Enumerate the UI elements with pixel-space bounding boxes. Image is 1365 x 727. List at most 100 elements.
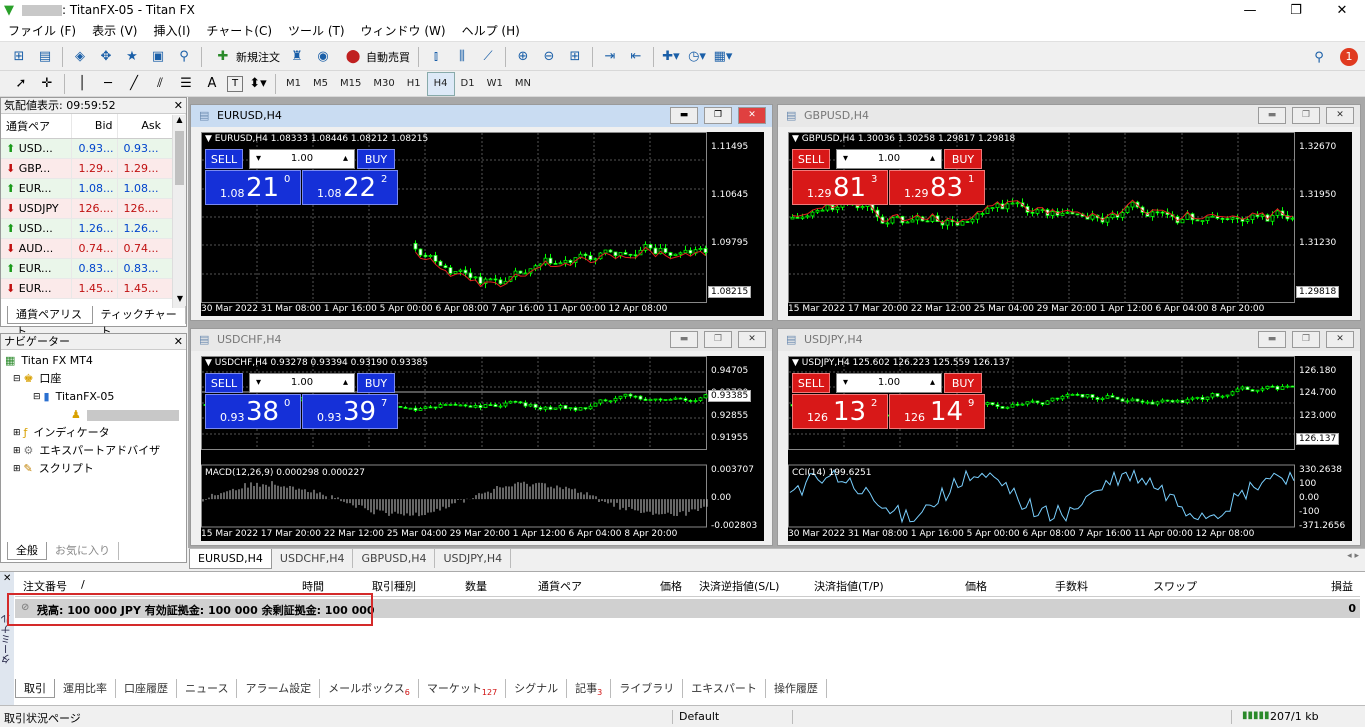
chart-close-button[interactable]: ✕ — [1326, 331, 1354, 348]
sell-button[interactable]: SELL — [205, 373, 243, 393]
col-profit[interactable]: 損益 — [1331, 578, 1353, 594]
chart-close-button[interactable]: ✕ — [738, 107, 766, 124]
col-tp[interactable]: 決済指値(T/P) — [814, 578, 884, 594]
terminal-tab[interactable]: マーケット127 — [419, 679, 507, 698]
lot-up-icon[interactable]: ▴ — [343, 374, 348, 392]
col-sl[interactable]: 決済逆指値(S/L) — [699, 578, 779, 594]
col-volume[interactable]: 数量 — [465, 578, 487, 594]
navigator-icon[interactable]: ★ — [121, 46, 143, 68]
close-icon[interactable]: ✕ — [3, 573, 11, 584]
terminal-tab[interactable]: シグナル — [506, 679, 568, 698]
indicators-icon[interactable]: ✚▾ — [660, 46, 682, 68]
periods-icon[interactable]: ◷▾ — [686, 46, 708, 68]
alerts-badge[interactable]: 1 — [1340, 48, 1358, 66]
chart-restore-button[interactable]: ❐ — [1292, 107, 1320, 124]
trendline-icon[interactable]: ╱ — [123, 73, 145, 95]
sell-button[interactable]: SELL — [205, 149, 243, 169]
menu-help[interactable]: ヘルプ (H) — [454, 21, 528, 42]
column-symbol[interactable]: 通貨ペア — [1, 114, 72, 139]
tree-experts[interactable]: ⊞ ⚙ エキスパートアドバイザ — [5, 442, 182, 460]
text-tool-icon[interactable]: A — [201, 73, 223, 95]
close-icon[interactable]: ✕ — [174, 334, 183, 350]
chart-restore-button[interactable]: ❐ — [704, 331, 732, 348]
timeframe-mn[interactable]: MN — [509, 73, 537, 95]
buy-button[interactable]: BUY — [357, 149, 395, 169]
quote-row[interactable]: ⬇ GBP... 1.29... 1.29... — [1, 158, 186, 179]
line-chart-icon[interactable]: ⟋ — [477, 46, 499, 68]
sell-price[interactable]: 1.08 21 0 — [205, 170, 301, 205]
buy-price[interactable]: 1.29 83 1 — [889, 170, 985, 205]
menu-tools[interactable]: ツール (T) — [280, 21, 353, 42]
horizontal-line-icon[interactable]: ─ — [97, 73, 119, 95]
auto-trading-button[interactable]: ⬤ 自動売買 — [336, 46, 414, 68]
bar-chart-icon[interactable]: ⫾ — [425, 46, 447, 68]
col-symbol[interactable]: 通貨ペア — [538, 578, 582, 594]
timeframe-w1[interactable]: W1 — [481, 73, 509, 95]
tab-general[interactable]: 全般 — [7, 542, 47, 560]
tree-accounts[interactable]: ⊟ ♚ 口座 — [5, 370, 182, 388]
lot-input[interactable]: ▾ 1.00 ▴ — [836, 149, 942, 169]
timeframe-h1[interactable]: H1 — [401, 73, 427, 95]
maximize-button[interactable]: ❐ — [1273, 0, 1319, 21]
timeframe-d1[interactable]: D1 — [455, 73, 481, 95]
tab-favorites[interactable]: お気に入り — [47, 542, 119, 560]
tree-indicators[interactable]: ⊞ ƒ インディケータ — [5, 424, 182, 442]
lot-input[interactable]: ▾ 1.00 ▴ — [836, 373, 942, 393]
terminal-tab[interactable]: 記事3 — [567, 679, 612, 698]
minimize-button[interactable]: — — [1227, 0, 1273, 21]
data-window-icon[interactable]: ✥ — [95, 46, 117, 68]
chart-minimize-button[interactable]: ▬ — [1258, 331, 1286, 348]
chart-restore-button[interactable]: ❐ — [704, 107, 732, 124]
label-tool-icon[interactable]: T — [227, 75, 243, 92]
quote-row[interactable]: ⬇ EUR... 1.45... 1.45... — [1, 278, 186, 299]
sell-button[interactable]: SELL — [792, 149, 830, 169]
new-chart-icon[interactable]: ⊞ — [8, 46, 30, 68]
col-swap[interactable]: スワップ — [1153, 578, 1197, 594]
terminal-tab[interactable]: 運用比率 — [55, 679, 116, 698]
chart-close-button[interactable]: ✕ — [738, 331, 766, 348]
fibonacci-icon[interactable]: ☰ — [175, 73, 197, 95]
terminal-tab[interactable]: 取引 — [15, 679, 55, 698]
sell-price[interactable]: 126 13 2 — [792, 394, 888, 429]
sell-price[interactable]: 0.93 38 0 — [205, 394, 301, 429]
templates-icon[interactable]: ▦▾ — [712, 46, 734, 68]
timeframe-m5[interactable]: M5 — [307, 73, 334, 95]
col-order[interactable]: 注文番号 — [23, 578, 67, 594]
lot-up-icon[interactable]: ▴ — [930, 374, 935, 392]
strategy-tester-icon[interactable]: ⚲ — [173, 46, 195, 68]
quote-row[interactable]: ⬇ USDJPY 126.... 126.... — [1, 198, 186, 219]
chart-shift-icon[interactable]: ⇤ — [625, 46, 647, 68]
lot-up-icon[interactable]: ▴ — [930, 150, 935, 168]
chart-window-title[interactable]: ▤ USDCHF,H4 ▬ ❐ ✕ — [191, 329, 772, 351]
menu-window[interactable]: ウィンドウ (W) — [353, 21, 454, 42]
menu-file[interactable]: ファイル (F) — [0, 21, 84, 42]
timeframe-m30[interactable]: M30 — [367, 73, 400, 95]
tree-account-server[interactable]: ⊟ ▮ TitanFX-05 — [5, 388, 182, 406]
lot-down-icon[interactable]: ▾ — [256, 150, 261, 168]
terminal-tab[interactable]: 口座履歴 — [116, 679, 177, 698]
sell-button[interactable]: SELL — [792, 373, 830, 393]
lot-down-icon[interactable]: ▾ — [843, 374, 848, 392]
lot-down-icon[interactable]: ▾ — [256, 374, 261, 392]
zoom-in-icon[interactable]: ⊕ — [512, 46, 534, 68]
price-chart[interactable]: ▼ USDCHF,H4 0.93278 0.93394 0.93190 0.93… — [201, 356, 764, 541]
lot-input[interactable]: ▾ 1.00 ▴ — [249, 373, 355, 393]
zoom-out-icon[interactable]: ⊖ — [538, 46, 560, 68]
buy-price[interactable]: 0.93 39 7 — [302, 394, 398, 429]
terminal-tab[interactable]: ニュース — [177, 679, 238, 698]
terminal-tab[interactable]: ライブラリ — [611, 679, 684, 698]
sell-price[interactable]: 1.29 81 3 — [792, 170, 888, 205]
profiles-icon[interactable]: ▤ — [34, 46, 56, 68]
buy-button[interactable]: BUY — [357, 373, 395, 393]
quote-row[interactable]: ⬆ EUR... 1.08... 1.08... — [1, 178, 186, 199]
chart-minimize-button[interactable]: ▬ — [670, 331, 698, 348]
lot-down-icon[interactable]: ▾ — [843, 150, 848, 168]
terminal-tab[interactable]: エキスパート — [683, 679, 766, 698]
autoscroll-icon[interactable]: ⇥ — [599, 46, 621, 68]
arrows-icon[interactable]: ⬍▾ — [247, 73, 269, 95]
tab-symbols[interactable]: 通貨ペアリスト — [7, 306, 93, 338]
tab-tick-chart[interactable]: ティックチャート — [93, 306, 186, 338]
cursor-icon[interactable]: ➚ — [10, 73, 32, 95]
chart-tab-eurusd[interactable]: EURUSD,H4 — [189, 548, 272, 569]
col-price-current[interactable]: 価格 — [965, 578, 987, 594]
